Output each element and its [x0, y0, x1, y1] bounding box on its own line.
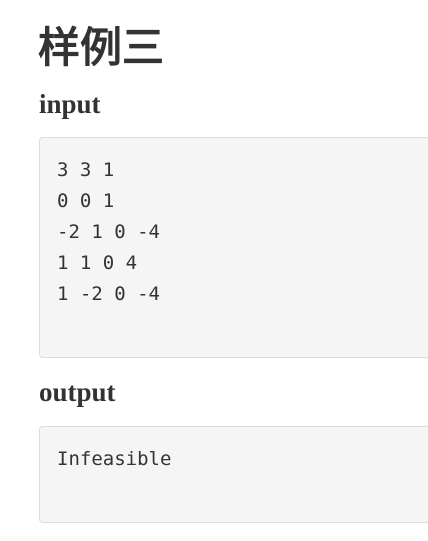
input-line: 1 1 0 4 [57, 252, 138, 274]
output-heading: output [39, 377, 116, 407]
output-code-block: Infeasible [39, 426, 428, 523]
input-line: 0 0 1 [57, 190, 115, 212]
input-line: 1 -2 0 -4 [57, 283, 160, 305]
page-title: 样例三 [38, 23, 165, 72]
input-code-block: 3 3 1 0 0 1 -2 1 0 -4 1 1 0 4 1 -2 0 -4 [39, 137, 428, 358]
output-line: Infeasible [57, 448, 172, 470]
input-line: -2 1 0 -4 [57, 221, 160, 243]
input-heading: input [39, 89, 101, 119]
input-line: 3 3 1 [57, 159, 115, 181]
